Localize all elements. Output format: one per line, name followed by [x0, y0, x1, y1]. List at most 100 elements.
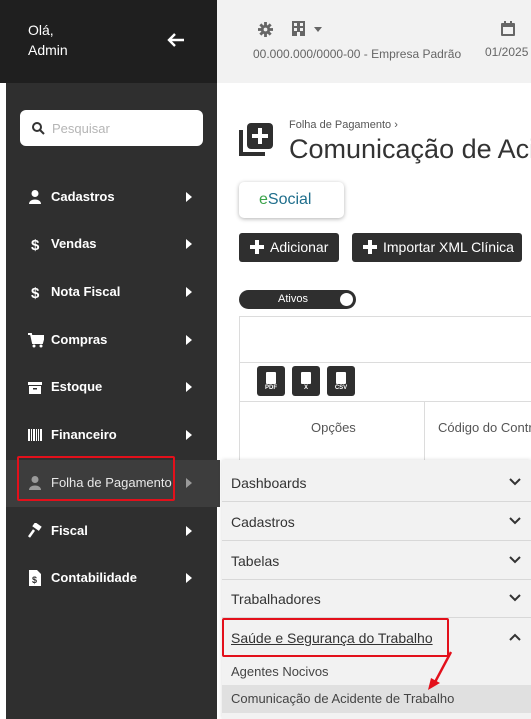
- sidebar-item-contabilidade[interactable]: $ Contabilidade: [20, 564, 200, 592]
- sidebar-item-label: Cadastros: [51, 189, 115, 204]
- user-icon: [29, 190, 41, 204]
- submenu-cadastros[interactable]: Cadastros: [222, 502, 531, 541]
- caret-right-icon: [186, 335, 192, 345]
- sidebar-item-label: Fiscal: [51, 523, 88, 538]
- column-header-opcoes[interactable]: Opções: [311, 420, 356, 435]
- submenu-tabelas[interactable]: Tabelas: [222, 541, 531, 580]
- file-icon: [336, 372, 346, 384]
- search-icon: [32, 122, 45, 135]
- submenu-item-label: Agentes Nocivos: [231, 664, 329, 679]
- caret-right-icon: [186, 192, 192, 202]
- building-icon[interactable]: [292, 21, 305, 36]
- export-csv-button[interactable]: CSV: [327, 366, 355, 396]
- sidebar-item-financeiro[interactable]: Financeiro: [20, 421, 200, 449]
- calendar-icon[interactable]: [501, 21, 515, 36]
- page-title: Comunicação de Acidente de Trabalho: [289, 134, 531, 164]
- export-excel-label: X: [303, 385, 308, 391]
- gear-icon[interactable]: [258, 22, 273, 37]
- caret-right-icon: [186, 478, 192, 488]
- file-dollar-icon: $: [29, 570, 41, 586]
- file-icon: [266, 372, 276, 384]
- toggle-label: Ativos: [278, 293, 308, 305]
- chevron-down-icon[interactable]: [314, 27, 322, 32]
- cart-icon: [28, 333, 44, 348]
- sidebar: [6, 83, 217, 719]
- import-xml-button-label: Importar XML Clínica: [383, 239, 514, 255]
- chevron-down-icon: [509, 556, 521, 564]
- chevron-up-icon: [509, 633, 521, 641]
- import-xml-button[interactable]: Importar XML Clínica: [352, 233, 522, 262]
- chevron-right-icon: ›: [394, 119, 398, 131]
- submenu-trabalhadores[interactable]: Trabalhadores: [222, 579, 531, 618]
- export-excel-button[interactable]: X: [292, 366, 320, 396]
- greeting-text: Olá,: [28, 22, 54, 38]
- svg-text:$: $: [32, 575, 37, 585]
- sidebar-item-label: Financeiro: [51, 427, 117, 442]
- caret-right-icon: [186, 430, 192, 440]
- sidebar-item-nota-fiscal[interactable]: $ Nota Fiscal: [20, 278, 200, 306]
- dollar-icon: $: [31, 285, 40, 300]
- sidebar-item-estoque[interactable]: Estoque: [20, 373, 200, 401]
- submenu-label: Trabalhadores: [231, 591, 321, 607]
- breadcrumb[interactable]: Folha de Pagamento ›: [289, 119, 398, 131]
- sidebar-item-vendas[interactable]: $ Vendas: [20, 230, 200, 258]
- export-pdf-button[interactable]: PDF: [257, 366, 285, 396]
- esocial-logo: eSocial: [259, 191, 311, 209]
- top-bar: [217, 0, 531, 83]
- caret-right-icon: [186, 287, 192, 297]
- sidebar-item-label: Estoque: [51, 379, 103, 394]
- export-pdf-label: PDF: [265, 385, 277, 391]
- box-icon: [28, 382, 42, 394]
- sidebar-item-compras[interactable]: Compras: [20, 326, 200, 354]
- active-filter-toggle[interactable]: Ativos: [239, 290, 356, 309]
- chevron-down-icon: [509, 594, 521, 602]
- sidebar-item-label: Compras: [51, 332, 108, 347]
- add-button-label: Adicionar: [270, 239, 329, 255]
- company-label[interactable]: 00.000.000/0000-00 - Empresa Padrão: [253, 47, 461, 61]
- chevron-down-icon: [509, 517, 521, 525]
- breadcrumb-label[interactable]: Folha de Pagamento: [289, 119, 391, 131]
- caret-right-icon: [186, 239, 192, 249]
- submenu-dashboards[interactable]: Dashboards: [222, 463, 531, 502]
- table-divider: [240, 401, 531, 402]
- export-csv-label: CSV: [334, 385, 348, 391]
- add-button[interactable]: Adicionar: [239, 233, 339, 262]
- esocial-logo-e: e: [259, 191, 268, 208]
- sidebar-item-label: Contabilidade: [51, 570, 137, 585]
- toggle-knob: [340, 293, 353, 306]
- search-input[interactable]: [52, 118, 192, 138]
- submenu-item-agentes-nocivos[interactable]: Agentes Nocivos: [222, 658, 531, 686]
- caret-right-icon: [186, 526, 192, 536]
- file-icon: [301, 372, 311, 384]
- esocial-button[interactable]: eSocial: [239, 182, 344, 218]
- submenu-label: Tabelas: [231, 553, 280, 569]
- dollar-icon: $: [31, 237, 40, 252]
- submenu-label: Cadastros: [231, 514, 295, 530]
- period-label[interactable]: 01/2025: [485, 45, 528, 59]
- svg-text:$: $: [31, 237, 40, 252]
- plus-icon: [250, 240, 264, 254]
- esocial-logo-text: Social: [267, 191, 312, 208]
- user-name: Admin: [28, 42, 68, 58]
- svg-text:$: $: [31, 285, 40, 300]
- submenu-label: Dashboards: [231, 475, 307, 491]
- sidebar-item-label: Nota Fiscal: [51, 284, 121, 299]
- highlight-box-folha: [17, 456, 175, 501]
- gavel-icon: [28, 523, 42, 538]
- submenu-item-comunicacao-acidente[interactable]: Comunicação de Acidente de Trabalho: [222, 685, 531, 713]
- chevron-down-icon: [509, 478, 521, 486]
- sidebar-item-cadastros[interactable]: Cadastros: [20, 183, 200, 211]
- table-divider: [240, 362, 531, 363]
- barcode-icon: [28, 429, 42, 441]
- collapse-sidebar-arrow-icon[interactable]: [164, 28, 188, 52]
- sidebar-item-fiscal[interactable]: Fiscal: [20, 517, 200, 545]
- column-header-codigo[interactable]: Código do Contrato: [438, 420, 531, 435]
- plus-icon: [363, 240, 377, 254]
- column-divider: [424, 401, 425, 467]
- sidebar-item-label: Vendas: [51, 236, 97, 251]
- highlight-box-saude: [222, 618, 449, 657]
- annotation-arrow-icon: [428, 651, 453, 690]
- sidebar-search[interactable]: [20, 110, 203, 146]
- user-greeting: Olá, Admin: [28, 20, 68, 60]
- caret-right-icon: [186, 573, 192, 583]
